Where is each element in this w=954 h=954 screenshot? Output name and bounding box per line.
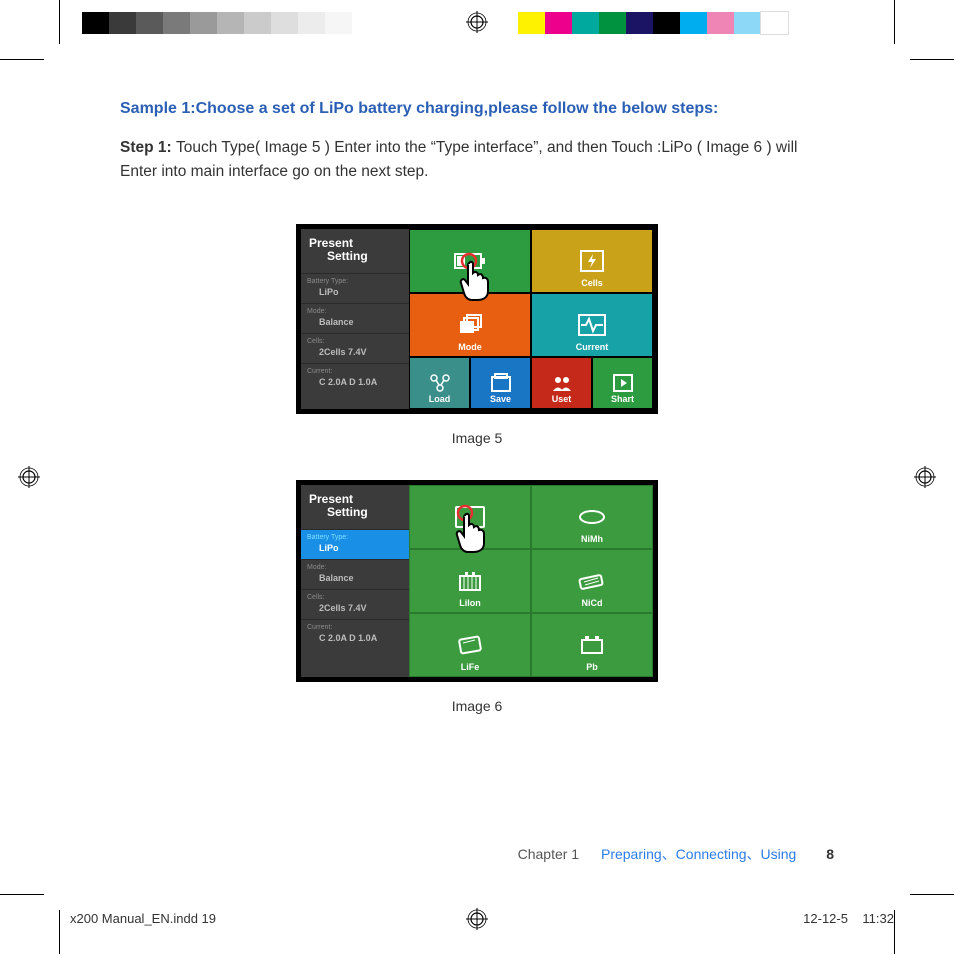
pb-icon <box>578 634 606 656</box>
slug-line: x200 Manual_EN.indd 19 12-12-5 11:32 <box>70 911 894 926</box>
sidebar-row: Cells:2Cells 7.4V <box>301 333 409 363</box>
tile-pb[interactable]: Pb <box>531 613 653 677</box>
sidebar: Present Setting Battery Type:LiPo Mode:B… <box>301 229 409 409</box>
crop-mark <box>0 894 44 895</box>
crop-mark <box>894 910 895 954</box>
tile-liion[interactable]: LiIon <box>409 549 531 613</box>
tile-shart[interactable]: Shart <box>592 357 653 409</box>
play-icon <box>612 373 634 393</box>
touch-hand-icon <box>455 251 499 301</box>
crop-mark <box>910 59 954 60</box>
tile-uset[interactable]: Uset <box>531 357 592 409</box>
crop-mark <box>59 0 60 44</box>
life-icon <box>456 634 484 656</box>
screen-image5: Present Setting Battery Type:LiPo Mode:B… <box>296 224 658 414</box>
tile-load[interactable]: Load <box>409 357 470 409</box>
save-icon <box>490 373 512 393</box>
sidebar-row: Mode:Balance <box>301 559 409 589</box>
crop-mark <box>910 894 954 895</box>
stack-icon <box>456 313 484 337</box>
pulse-icon <box>577 313 607 337</box>
slug-date: 12-12-5 <box>803 911 848 926</box>
sidebar-row: Battery Type:LiPo <box>301 273 409 303</box>
nimh-icon <box>577 507 607 527</box>
sidebar-row: Current:C 2.0A D 1.0A <box>301 363 409 393</box>
users-icon <box>550 374 574 392</box>
sidebar-title: Present Setting <box>301 485 409 529</box>
chapter-label: Chapter 1 <box>518 846 579 862</box>
nicd-icon <box>577 570 607 592</box>
tile-save[interactable]: Save <box>470 357 531 409</box>
touch-hand-icon <box>451 503 495 553</box>
sidebar-row: Current:C 2.0A D 1.0A <box>301 619 409 649</box>
sidebar-title2: Setting <box>309 506 401 519</box>
crop-mark <box>0 59 44 60</box>
tile-mode[interactable]: Mode <box>409 293 531 357</box>
sidebar: Present Setting Battery Type:LiPo Mode:B… <box>301 485 409 677</box>
sample-title: Sample 1:Choose a set of LiPo battery ch… <box>120 100 834 118</box>
tile-life[interactable]: LiFe <box>409 613 531 677</box>
load-icon <box>429 373 451 393</box>
slug-time: 11:32 <box>862 911 894 926</box>
image5-caption: Image 5 <box>452 430 503 446</box>
sidebar-title2: Setting <box>309 250 401 263</box>
registration-mark-icon <box>466 11 488 33</box>
registration-mark-icon <box>18 466 40 488</box>
step-label: Step 1: <box>120 139 176 156</box>
sidebar-row: Mode:Balance <box>301 303 409 333</box>
chapter-footer: Chapter 1 Preparing、Connecting、Using 8 <box>120 844 834 864</box>
tile-nicd[interactable]: NiCd <box>531 549 653 613</box>
image6-caption: Image 6 <box>452 698 503 714</box>
page-number: 8 <box>826 846 834 862</box>
step-body: Touch Type( Image 5 ) Enter into the “Ty… <box>120 139 797 180</box>
screen-image6: Present Setting Battery Type:LiPo Mode:B… <box>296 480 658 682</box>
sidebar-row: Battery Type:LiPo <box>301 529 409 559</box>
step-text: Step 1: Touch Type( Image 5 ) Enter into… <box>120 136 834 184</box>
chapter-title: Preparing、Connecting、Using <box>601 846 796 862</box>
tile-cells[interactable]: Cells <box>531 229 653 293</box>
crop-mark <box>894 0 895 44</box>
registration-mark-icon <box>914 466 936 488</box>
sidebar-row: Cells:2Cells 7.4V <box>301 589 409 619</box>
liion-icon <box>456 570 484 592</box>
tile-current[interactable]: Current <box>531 293 653 357</box>
crop-mark <box>59 910 60 954</box>
tile-nimh[interactable]: NiMh <box>531 485 653 549</box>
bolt-icon <box>578 249 606 273</box>
slug-file: x200 Manual_EN.indd 19 <box>70 911 216 926</box>
sidebar-title: Present Setting <box>301 229 409 273</box>
